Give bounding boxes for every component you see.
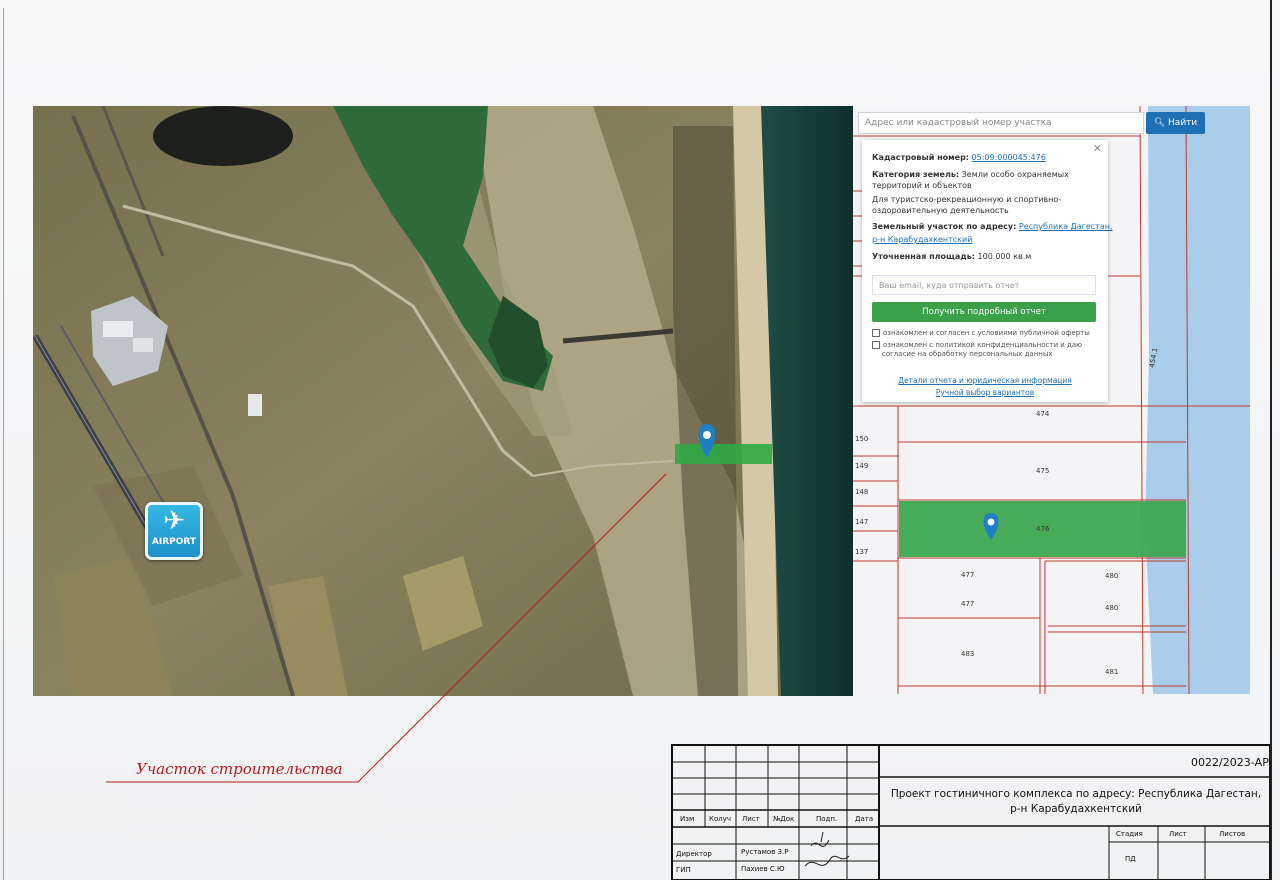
column-header: №Док xyxy=(773,815,795,823)
role-label: ГИП xyxy=(676,866,691,874)
column-header: Лист xyxy=(742,815,760,823)
sheet-header: Лист xyxy=(1169,830,1187,838)
project-title-line: р-н Карабудахкентский xyxy=(1010,803,1142,815)
stage-value: ПД xyxy=(1125,855,1136,863)
title-block: 0022/2023-АР Проект гостиничного комплек… xyxy=(671,744,1270,880)
sheets-header: Листов xyxy=(1219,830,1246,838)
column-header: Колуч xyxy=(709,815,732,823)
project-title-line: Проект гостиничного комплекса по адресу:… xyxy=(890,788,1262,800)
person-name: Пахиев С.Ю xyxy=(741,865,785,873)
column-header: Изм xyxy=(680,815,695,823)
role-label: Директор xyxy=(676,850,712,858)
column-header: Подп. xyxy=(816,815,838,823)
construction-site-caption: Участок строительства xyxy=(136,760,343,778)
document-code: 0022/2023-АР xyxy=(1191,756,1269,769)
column-header: Дата xyxy=(855,815,874,823)
project-title: Проект гостиничного комплекса по адресу:… xyxy=(881,787,1271,817)
stage-header: Стадия xyxy=(1116,830,1143,838)
person-name: Рустамов З.Р xyxy=(741,848,789,856)
